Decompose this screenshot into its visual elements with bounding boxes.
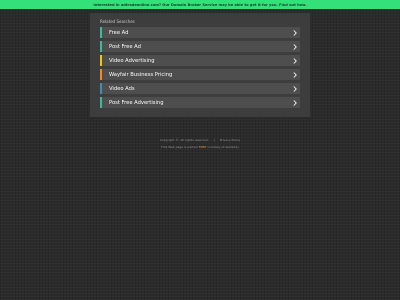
- related-search-label: Post Free Ad: [109, 43, 141, 50]
- chevron-right-icon: [290, 55, 300, 66]
- related-search-label: Post Free Advertising: [109, 99, 164, 106]
- chevron-right-icon: [290, 69, 300, 80]
- related-search-video-ads[interactable]: Video Ads: [100, 83, 300, 94]
- privacy-policy-link[interactable]: Privacy Policy: [220, 138, 240, 142]
- related-search-label: Video Ads: [109, 85, 135, 92]
- related-searches-panel: Related Searches Free Ad Post Free Ad Vi…: [90, 13, 310, 117]
- copyright-text: Copyright ©. All rights reserved.: [159, 138, 209, 142]
- banner-text[interactable]: Interested in adtradeonline.com? Our Dom…: [93, 3, 306, 7]
- domain-broker-banner[interactable]: Interested in adtradeonline.com? Our Dom…: [0, 0, 400, 9]
- related-search-free-ad[interactable]: Free Ad: [100, 27, 300, 38]
- chevron-right-icon: [290, 97, 300, 108]
- parked-text-post: courtesy of GoDaddy: [207, 145, 239, 149]
- footer-parked-row: This Web page is parked FREE courtesy of…: [0, 145, 400, 149]
- parked-text-pre: This Web page is parked: [161, 145, 198, 149]
- free-link[interactable]: FREE: [199, 145, 207, 149]
- related-searches-heading: Related Searches: [100, 19, 135, 24]
- chevron-right-icon: [290, 27, 300, 38]
- footer-separator: |: [213, 138, 215, 142]
- related-search-wayfair-business-pricing[interactable]: Wayfair Business Pricing: [100, 69, 300, 80]
- related-search-post-free-advertising[interactable]: Post Free Advertising: [100, 97, 300, 108]
- chevron-right-icon: [290, 83, 300, 94]
- accent-bar: [100, 97, 102, 108]
- accent-bar: [100, 27, 102, 38]
- accent-bar: [100, 55, 102, 66]
- related-search-label: Video Advertising: [109, 57, 155, 64]
- accent-bar: [100, 41, 102, 52]
- related-search-video-advertising[interactable]: Video Advertising: [100, 55, 300, 66]
- related-search-label: Wayfair Business Pricing: [109, 71, 173, 78]
- related-search-label: Free Ad: [109, 29, 129, 36]
- accent-bar: [100, 69, 102, 80]
- accent-bar: [100, 83, 102, 94]
- chevron-right-icon: [290, 41, 300, 52]
- related-search-post-free-ad[interactable]: Post Free Ad: [100, 41, 300, 52]
- footer-copyright-row: Copyright ©. All rights reserved. | Priv…: [0, 138, 400, 142]
